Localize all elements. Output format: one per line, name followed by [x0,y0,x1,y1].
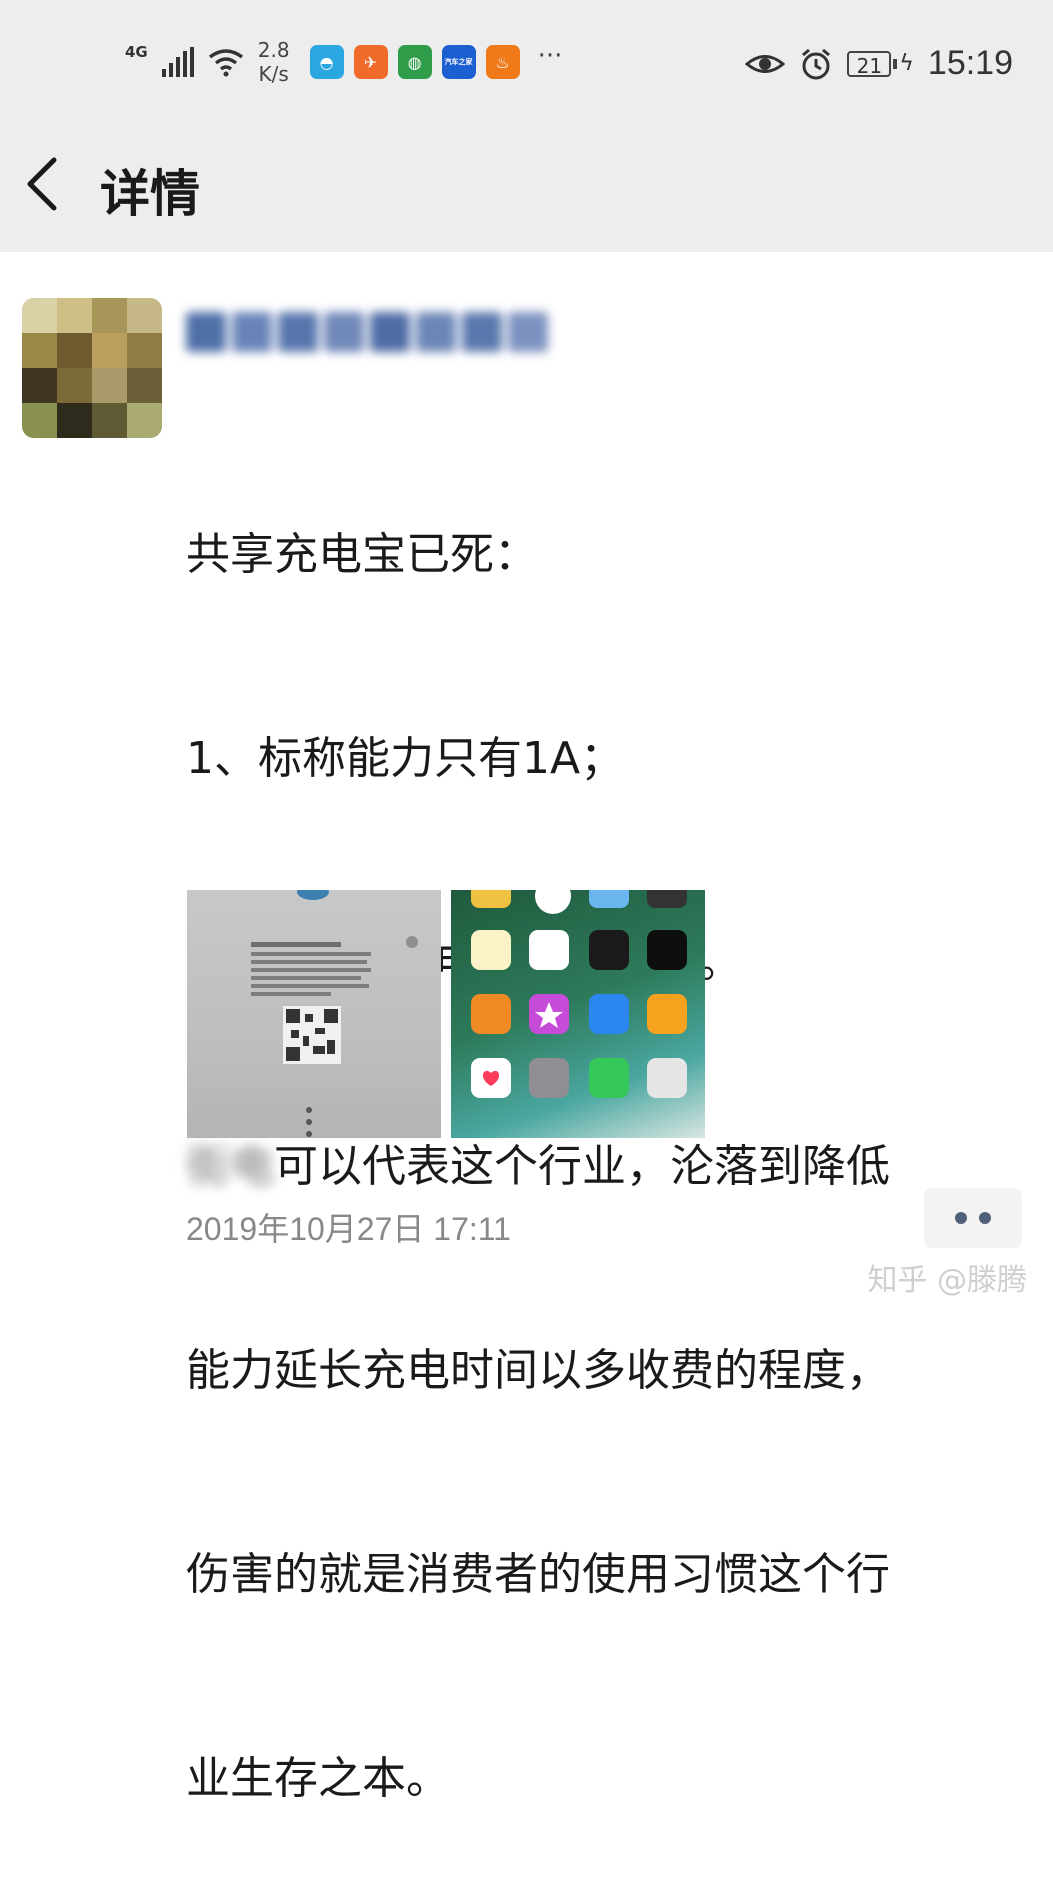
alarm-icon [802,48,831,79]
car-home-app-icon: 汽车之家 [441,45,476,79]
more-dot-icon [979,1212,991,1224]
eye-comfort-icon [745,54,786,73]
blurred-brand-name: 街电 [186,1141,274,1192]
app-candle-icon: ♨ [485,45,520,79]
battery-level: 21 [847,50,892,78]
network-type: 4G [125,43,148,61]
page-title: 详情 [100,165,200,223]
more-dot-icon [955,1212,967,1224]
navigation-header: 详情 [0,130,1053,252]
username-blurred[interactable] [186,304,548,360]
avatar[interactable] [22,298,162,438]
post-line: 1、标称能力只有1A； [186,733,625,784]
post-timestamp: 2019年10月27日 17:11 [186,1211,511,1247]
power-bank-image [251,890,418,1137]
post-line: 能力延长充电时间以多收费的程度， [186,1345,890,1396]
signal-icon [161,47,194,77]
post-line: 街电可以代表这个行业，沦落到降低 [186,1133,1026,1201]
notification-app-icons: ◓ ✈ ◍ 汽车之家 ♨ [309,45,520,79]
post-line: 业生存之本。 [186,1753,450,1804]
photo-phone-home-screen[interactable] [451,890,705,1138]
network-speed: 2.8 K/s [258,38,290,86]
charging-icon: ϟ [899,51,914,76]
photo-power-bank[interactable] [187,890,441,1138]
watermark: 知乎 @滕腾 [867,1263,1027,1298]
speed-unit: K/s [258,62,289,86]
post-line: 伤害的就是消费者的使用习惯这个行 [186,1549,890,1600]
wifi-icon [208,49,243,77]
more-actions-button[interactable] [924,1188,1022,1248]
browser-app-icon: ◓ [309,45,344,79]
clock: 15:19 [927,44,1013,82]
speed-value: 2.8 [257,38,290,62]
more-notifications-icon: ··· [537,41,563,71]
app-orange-icon: ✈ [353,45,388,79]
status-right: 21 ϟ 15:19 [745,44,1013,83]
status-bar: 4G 2.8 K/s ◓ ✈ ◍ 汽车之家 ♨ ··· 21 ϟ 15:19 [0,0,1053,130]
home-screen-image [471,890,687,1098]
app-circle-icon: ◍ [397,45,432,79]
post-line-rest: 可以代表这个行业，沦落到降低 [274,1141,890,1192]
battery-icon: 21 ϟ [847,50,914,78]
back-arrow-icon[interactable] [22,156,62,212]
post-line: 共享充电宝已死： [186,529,538,580]
status-left: 4G 2.8 K/s ◓ ✈ ◍ 汽车之家 ♨ ··· [125,38,562,86]
